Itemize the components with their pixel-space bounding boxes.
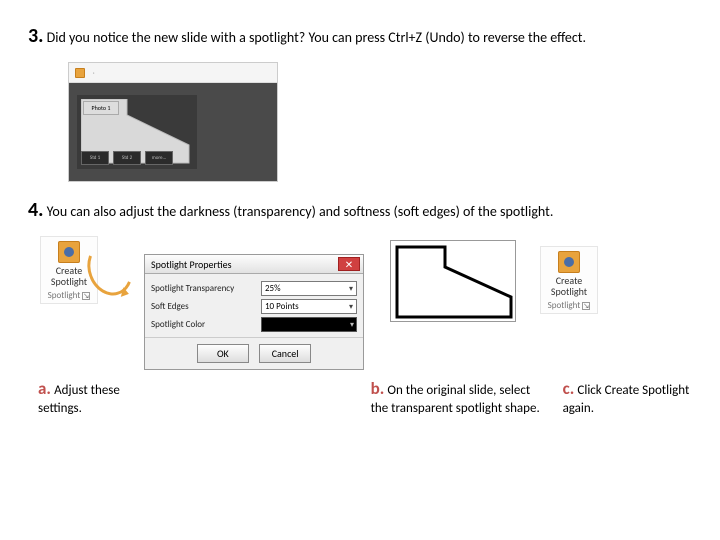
create-spotlight-label2: Spotlight — [43, 276, 95, 287]
label-spotlight-color: Spotlight Color — [151, 319, 205, 330]
figure-slide: Photo 1 Std 1 Std 2 more... — [77, 95, 197, 169]
cancel-button[interactable]: Cancel — [259, 344, 311, 363]
step-3-dot: . — [38, 24, 43, 48]
figure-canvas: Photo 1 Std 1 Std 2 more... — [69, 83, 277, 181]
dialog-launcher-icon[interactable] — [582, 302, 590, 310]
col-b — [390, 236, 516, 322]
create-spotlight-icon — [558, 251, 580, 273]
figure-spotlight-shape — [390, 240, 516, 322]
row-soft-edges: Soft Edges 10 Points ▾ — [151, 299, 357, 314]
substep-c-num: c — [563, 378, 570, 399]
substep-b-num: b — [371, 378, 380, 399]
col-c: Create Spotlight Spotlight — [540, 236, 598, 314]
step-4-dot: . — [38, 198, 43, 222]
substeps-row: Create Spotlight Spotlight Spotlight Pro… — [28, 236, 692, 370]
figure-cell: Std 1 — [81, 151, 109, 165]
figure-cell: Std 2 — [113, 151, 141, 165]
row-spotlight-color: Spotlight Color ▾ — [151, 317, 357, 332]
dialog-title: Spotlight Properties — [151, 258, 231, 271]
substep-b-text: On the original slide, select the transp… — [371, 383, 540, 416]
substep-c: c. Click Create Spotlight again. — [563, 378, 692, 416]
step-3-text: Did you notice the new slide with a spot… — [47, 29, 586, 46]
figure-photo-box: Photo 1 — [83, 101, 119, 115]
figure-ribbon-badge-icon — [75, 68, 85, 78]
row-transparency: Spotlight Transparency 25% ▾ — [151, 281, 357, 296]
create-spotlight-icon — [58, 241, 80, 263]
ok-button[interactable]: OK — [197, 344, 249, 363]
step-4-text: You can also adjust the darkness (transp… — [47, 203, 554, 220]
chevron-down-icon: ▾ — [349, 302, 353, 312]
figure-ribbon: · — [69, 63, 277, 83]
chevron-down-icon: ▾ — [349, 284, 353, 294]
substep-c-text: Click Create Spotlight again. — [563, 383, 690, 416]
step-3-number: 3 — [28, 24, 38, 48]
step-4-number: 4 — [28, 198, 38, 222]
substep-b: b. On the original slide, select the tra… — [371, 378, 541, 416]
figure-slide-spotlight: · Photo 1 Std 1 Std 2 more... — [68, 62, 278, 182]
col-a: Create Spotlight Spotlight — [40, 236, 134, 306]
create-spotlight-button-2[interactable]: Create Spotlight Spotlight — [540, 246, 598, 314]
close-icon: ✕ — [345, 258, 353, 271]
dialog-titlebar: Spotlight Properties ✕ — [145, 255, 363, 274]
ribbon-group-label: Spotlight — [543, 300, 595, 311]
step-3: 3. Did you notice the new slide with a s… — [28, 24, 692, 48]
dialog-close-button[interactable]: ✕ — [338, 257, 360, 271]
chevron-down-icon: ▾ — [350, 320, 354, 330]
curved-arrow-icon — [98, 236, 134, 306]
dropdown-soft-edges[interactable]: 10 Points ▾ — [261, 299, 357, 314]
create-spotlight-label2: Spotlight — [543, 286, 595, 297]
figure-bottom-row: Std 1 Std 2 more... — [81, 151, 173, 165]
step-4: 4. You can also adjust the darkness (tra… — [28, 198, 692, 222]
spotlight-outline-icon — [395, 245, 513, 319]
ribbon-group-label: Spotlight — [43, 290, 95, 301]
substep-captions: a. Adjust these settings. b. On the orig… — [28, 378, 692, 416]
label-soft-edges: Soft Edges — [151, 301, 189, 312]
substep-a: a. Adjust these settings. — [38, 378, 141, 416]
substep-a-text: Adjust these settings. — [38, 383, 120, 416]
dropdown-spotlight-color[interactable]: ▾ — [261, 317, 357, 332]
label-transparency: Spotlight Transparency — [151, 283, 234, 294]
figure-cell: more... — [145, 151, 173, 165]
dialog-launcher-icon[interactable] — [82, 292, 90, 300]
spotlight-properties-dialog: Spotlight Properties ✕ Spotlight Transpa… — [144, 254, 364, 370]
dropdown-transparency[interactable]: 25% ▾ — [261, 281, 357, 296]
